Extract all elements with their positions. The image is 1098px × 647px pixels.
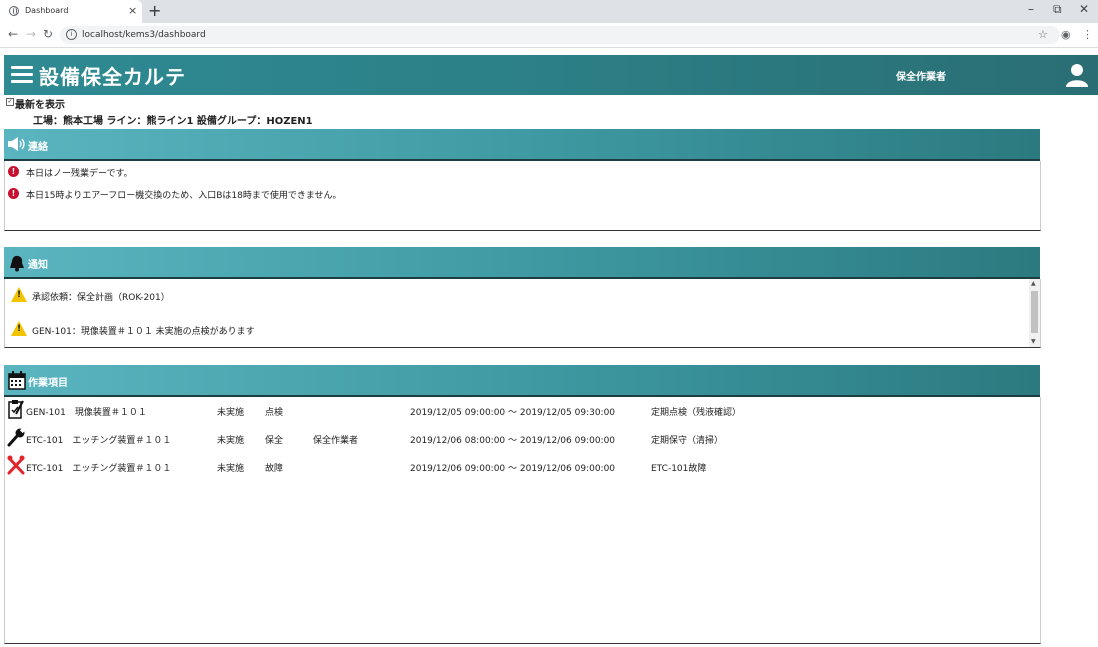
task-equipment[interactable]: ETC-101 エッチング装置＃１０１: [26, 461, 171, 474]
contact-panel-body: ! 本日はノー残業デーです。 ! 本日15時よりエアーフロー機交換のため、入口B…: [4, 161, 1041, 231]
checklist-icon: [8, 400, 24, 419]
notice-item-text[interactable]: 承認依頼：保全計画（ROK-201）: [32, 290, 170, 303]
show-latest-label: 最新を表示: [15, 100, 65, 111]
scroll-down-arrow-icon[interactable]: ▼: [1031, 338, 1036, 345]
task-row[interactable]: GEN-101 現像装置＃１０１ 未実施 点検 2019/12/05 09:00…: [5, 399, 1035, 421]
broken-tools-icon: [7, 455, 25, 475]
wrench-icon: [7, 428, 25, 447]
notice-panel-body: 承認依頼：保全計画（ROK-201） GEN-101：現像装置＃１０１ 未実施の…: [4, 279, 1041, 348]
user-avatar-icon[interactable]: [1066, 63, 1088, 87]
scroll-up-arrow-icon[interactable]: ▲: [1031, 280, 1036, 287]
tab-title: Dashboard: [25, 6, 69, 15]
browser-tabstrip: Dashboard × + – ⧉ ✕: [0, 0, 1098, 23]
task-status: 未実施: [217, 436, 245, 446]
speaker-icon: [8, 137, 25, 151]
task-type: 保全: [265, 436, 284, 446]
menu-dots-icon[interactable]: ⋮: [1082, 28, 1093, 41]
task-period: 2019/12/06 09:00:00 ～ 2019/12/06 09:00:0…: [410, 464, 616, 474]
task-type: 点検: [265, 408, 284, 418]
task-row[interactable]: ETC-101 エッチング装置＃１０１ 未実施 故障 2019/12/06 09…: [5, 455, 1035, 477]
context-filter-text: 工場：熊本工場 ライン：熊ライン1 設備グループ：HOZEN1: [33, 116, 313, 127]
task-name: 定期点検（残液確認）: [651, 408, 742, 418]
notice-panel-title: 通知: [28, 260, 48, 271]
reload-icon[interactable]: ↻: [43, 27, 53, 41]
close-window-button[interactable]: ✕: [1079, 2, 1089, 16]
new-tab-button[interactable]: +: [148, 1, 161, 20]
app-title: 設備保全カルテ: [39, 65, 186, 89]
app-header: 設備保全カルテ 保全作業者: [4, 55, 1098, 95]
task-period: 2019/12/06 08:00:00 ～ 2019/12/06 09:00:0…: [410, 436, 616, 446]
tasks-panel-body: GEN-101 現像装置＃１０１ 未実施 点検 2019/12/05 09:00…: [4, 397, 1041, 644]
browser-toolbar: ← → ↻ i localhost/kems3/dashboard ☆ ◉ ⋮: [0, 23, 1098, 48]
tasks-panel-title: 作業項目: [28, 378, 68, 389]
show-latest-checkbox[interactable]: ✓: [6, 98, 14, 106]
info-icon[interactable]: i: [66, 29, 77, 40]
scroll-thumb[interactable]: [1031, 291, 1038, 333]
contact-panel-title: 連絡: [28, 142, 48, 153]
task-equipment[interactable]: ETC-101 エッチング装置＃１０１: [26, 433, 171, 446]
task-type: 故障: [265, 464, 284, 474]
bell-icon: [10, 255, 24, 272]
task-period: 2019/12/05 09:00:00 ～ 2019/12/05 09:30:0…: [410, 408, 616, 418]
task-name: 定期保守（清掃）: [651, 436, 724, 446]
task-status: 未実施: [217, 464, 245, 474]
task-equipment[interactable]: GEN-101 現像装置＃１０１: [26, 405, 147, 418]
tab-close-button[interactable]: ×: [128, 4, 137, 17]
bookmark-star-icon[interactable]: ☆: [1038, 28, 1048, 41]
url-text[interactable]: localhost/kems3/dashboard: [82, 30, 206, 40]
hamburger-menu-icon[interactable]: [11, 65, 33, 85]
globe-icon: [9, 6, 19, 16]
contact-message-text: 本日15時よりエアーフロー機交換のため、入口Bは18時まで使用できません。: [26, 191, 342, 201]
minimize-button[interactable]: –: [1028, 2, 1034, 16]
restore-button[interactable]: ⧉: [1053, 2, 1062, 17]
browser-tab[interactable]: Dashboard ×: [0, 0, 142, 23]
forward-arrow-icon[interactable]: →: [26, 27, 36, 41]
task-name: ETC-101故障: [651, 464, 707, 474]
notice-item-text[interactable]: GEN-101：現像装置＃１０１ 未実施の点検があります: [32, 324, 255, 337]
back-arrow-icon[interactable]: ←: [8, 27, 18, 41]
warning-icon: [11, 287, 27, 302]
notice-panel-header: 通知: [4, 247, 1040, 279]
task-status: 未実施: [217, 408, 245, 418]
notice-scrollbar[interactable]: ▲ ▼: [1029, 279, 1040, 347]
task-row[interactable]: ETC-101 エッチング装置＃１０１ 未実施 保全 保全作業者 2019/12…: [5, 427, 1035, 449]
user-role: 保全作業者: [896, 72, 946, 83]
tasks-panel-header: 作業項目: [4, 365, 1040, 397]
contact-panel-header: 連絡: [4, 129, 1040, 161]
profile-icon[interactable]: ◉: [1061, 28, 1071, 41]
task-assignee: 保全作業者: [313, 436, 359, 446]
address-bar[interactable]: i localhost/kems3/dashboard: [60, 26, 1060, 44]
contact-message-text: 本日はノー残業デーです。: [26, 169, 133, 179]
exclamation-icon: !: [8, 188, 19, 199]
exclamation-icon: !: [8, 166, 19, 177]
calendar-icon: [8, 371, 26, 390]
warning-icon: [11, 321, 27, 336]
